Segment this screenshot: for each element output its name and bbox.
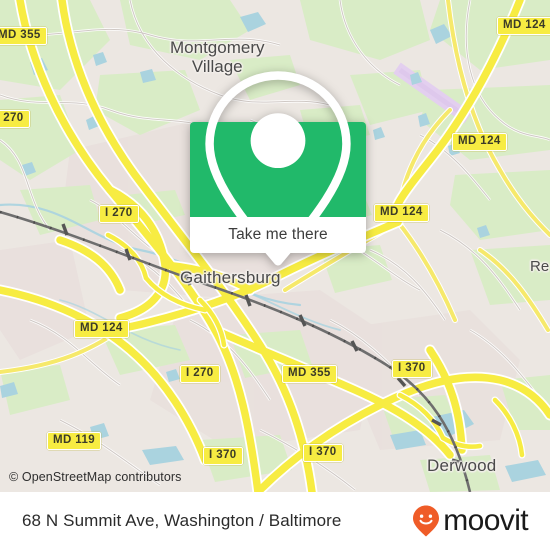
take-me-there-label: Take me there: [228, 226, 328, 243]
road-shield-i-370-s[interactable]: I 370: [303, 444, 343, 462]
road-shield-i-270-w[interactable]: I 270: [99, 205, 139, 223]
moovit-wordmark: moovit: [443, 504, 528, 537]
map-pin-icon: [205, 70, 351, 265]
road-shield-i-270-nw[interactable]: I 270: [0, 110, 30, 128]
location-popup[interactable]: Take me there: [190, 70, 366, 265]
moovit-map-screenshot: Montgomery Village Gaithersburg Derwood …: [0, 0, 550, 550]
popup-tail: [267, 253, 289, 264]
moovit-smiley-pin-icon: [413, 505, 440, 537]
popup-pin-area: [190, 70, 366, 265]
popup-action-area[interactable]: Take me there: [190, 217, 366, 264]
road-shield-md-124-center[interactable]: MD 124: [374, 204, 429, 222]
footer-bar: 68 N Summit Ave, Washington / Baltimore …: [0, 492, 550, 550]
osm-attribution[interactable]: © OpenStreetMap contributors: [9, 470, 182, 484]
map-label-derwood: Derwood: [427, 456, 497, 475]
road-shield-md-355-nw[interactable]: MD 355: [0, 27, 47, 45]
map-canvas[interactable]: Montgomery Village Gaithersburg Derwood …: [0, 0, 550, 492]
road-shield-md-124-sw[interactable]: MD 124: [74, 320, 129, 338]
road-shield-md-119[interactable]: MD 119: [47, 432, 102, 450]
road-shield-i-370-sw[interactable]: I 370: [203, 447, 243, 465]
address-label: 68 N Summit Ave, Washington / Baltimore: [22, 511, 342, 530]
road-shield-md-124-ne[interactable]: MD 124: [497, 17, 550, 35]
road-shield-i-370-e[interactable]: I 370: [392, 360, 432, 378]
road-shield-md-124-e[interactable]: MD 124: [452, 133, 507, 151]
moovit-logo[interactable]: moovit: [411, 504, 529, 538]
map-label-redland: Re: [530, 258, 550, 275]
